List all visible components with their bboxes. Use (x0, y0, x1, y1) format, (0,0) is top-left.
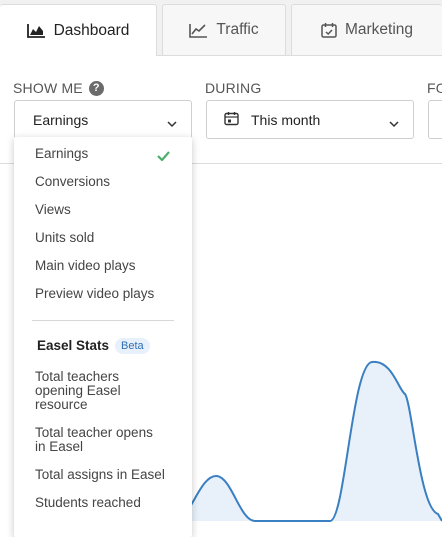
chevron-down-icon (167, 115, 177, 131)
menu-item-students-reached[interactable]: Students reached (35, 496, 185, 510)
show-me-label: SHOW ME ? (13, 80, 104, 96)
tab-bar: Dashboard Traffic Marketing (0, 0, 442, 56)
third-filter-select[interactable] (428, 100, 442, 139)
during-label: DURING (205, 80, 261, 96)
menu-item-label: Units sold (35, 230, 95, 245)
tab-marketing-label: Marketing (344, 21, 414, 38)
menu-item-label: Total teachers opening Easel resource (35, 369, 121, 412)
tab-dashboard[interactable]: Dashboard (0, 4, 157, 56)
show-me-value: Earnings (33, 111, 89, 128)
tab-dashboard-label: Dashboard (53, 21, 130, 39)
during-select[interactable]: This month (206, 100, 414, 139)
tab-marketing[interactable]: Marketing (291, 4, 442, 55)
during-value: This month (251, 111, 321, 128)
tab-traffic-label: Traffic (216, 21, 259, 38)
menu-item-label: Conversions (35, 174, 111, 189)
menu-divider (32, 320, 174, 321)
tab-traffic[interactable]: Traffic (162, 4, 286, 55)
show-me-select[interactable]: Earnings (14, 100, 192, 139)
menu-item-label: Views (35, 202, 71, 217)
easel-stats-heading: Easel Stats (37, 338, 110, 353)
show-me-dropdown-menu: Earnings Conversions Views Units sold Ma… (14, 137, 192, 537)
menu-item-label: Total assigns in Easel (35, 467, 165, 482)
menu-item-label: Main video plays (35, 258, 136, 273)
show-me-label-text: SHOW ME (13, 80, 83, 96)
menu-item-conversions[interactable]: Conversions (35, 175, 185, 189)
menu-item-units-sold[interactable]: Units sold (35, 231, 185, 245)
menu-item-label: Students reached (35, 495, 141, 510)
menu-item-total-teachers-opening-easel-resource[interactable]: Total teachers opening Easel resource (35, 370, 160, 412)
area-chart-icon (26, 23, 46, 38)
calendar-icon (224, 111, 239, 129)
menu-item-label: Earnings (35, 146, 89, 161)
menu-item-views[interactable]: Views (35, 203, 185, 217)
menu-item-total-teacher-opens-in-easel[interactable]: Total teacher opens in Easel (35, 426, 160, 454)
menu-item-preview-video-plays[interactable]: Preview video plays (35, 287, 185, 301)
menu-item-label: Total teacher opens in Easel (35, 425, 153, 454)
checkmark-icon (157, 148, 170, 166)
beta-badge: Beta (115, 338, 150, 354)
menu-item-label: Preview video plays (35, 286, 155, 301)
third-filter-label-text: FO (427, 80, 442, 96)
menu-item-main-video-plays[interactable]: Main video plays (35, 259, 185, 273)
calendar-check-icon (321, 22, 337, 38)
third-filter-label: FO (427, 80, 442, 96)
chevron-down-icon (389, 115, 399, 131)
menu-item-total-assigns-in-easel[interactable]: Total assigns in Easel (35, 468, 190, 482)
help-icon[interactable]: ? (88, 80, 104, 96)
line-chart-icon (189, 23, 208, 38)
during-label-text: DURING (205, 80, 262, 96)
